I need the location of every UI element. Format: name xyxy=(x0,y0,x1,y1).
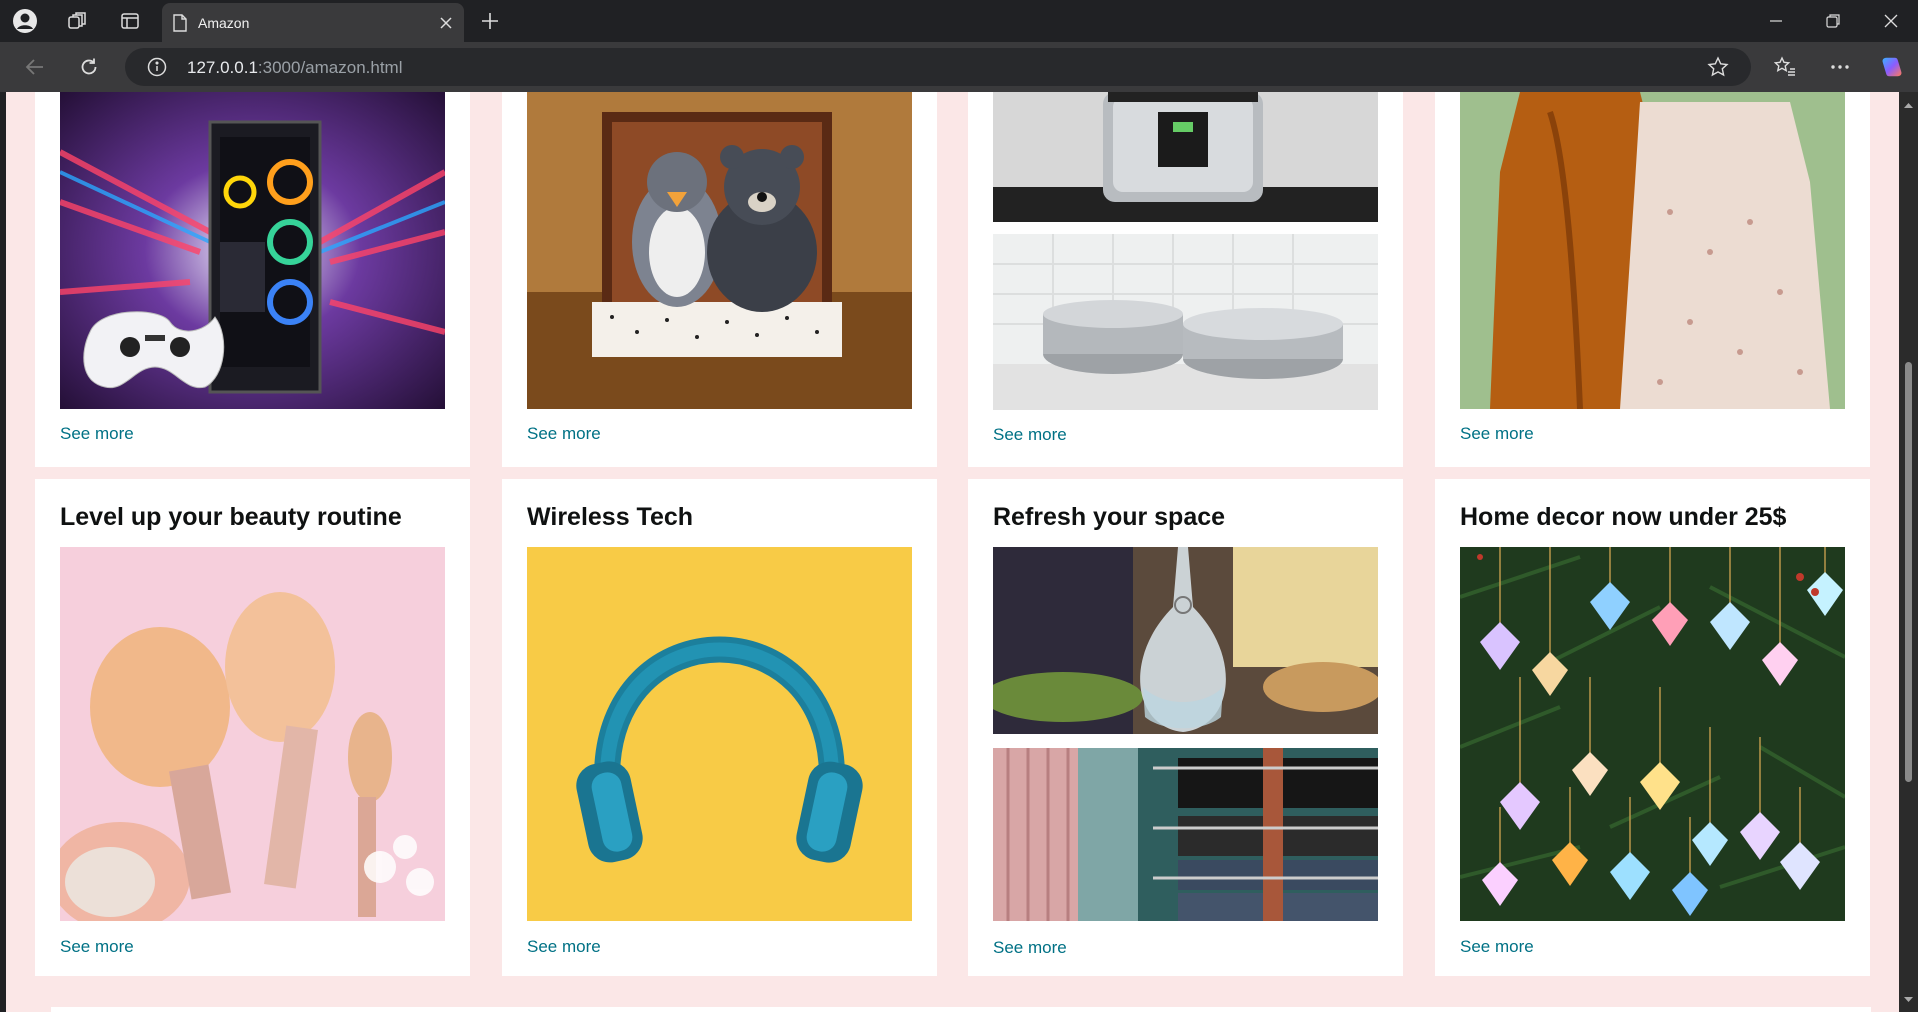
scroll-down-icon[interactable] xyxy=(1903,994,1914,1005)
new-tab-icon[interactable] xyxy=(478,9,502,33)
address-bar[interactable]: 127.0.0.1:3000/amazon.html xyxy=(125,48,1751,86)
towels-image[interactable] xyxy=(993,748,1378,921)
see-more-link[interactable]: See more xyxy=(1460,937,1534,957)
profile-icon[interactable] xyxy=(12,8,38,34)
url-path: :3000/amazon.html xyxy=(257,58,403,77)
see-more-link[interactable]: See more xyxy=(60,424,134,444)
card-refresh-space: Refresh your space See more xyxy=(968,479,1403,976)
page-viewport: See more See more See more See more Leve… xyxy=(6,92,1899,1012)
card-fashion: See more xyxy=(1435,92,1870,467)
card-title: Level up your beauty routine xyxy=(60,503,402,531)
headphones-image[interactable] xyxy=(527,547,912,921)
card-beauty: Level up your beauty routine See more xyxy=(35,479,470,976)
card-gaming: See more xyxy=(35,92,470,467)
pressure-cooker-image[interactable] xyxy=(993,92,1378,222)
reload-icon[interactable] xyxy=(76,54,102,80)
water-carafe-image[interactable] xyxy=(993,547,1378,734)
close-tab-icon[interactable] xyxy=(436,13,456,33)
makeup-brushes-image[interactable] xyxy=(60,547,445,921)
copilot-icon[interactable] xyxy=(1880,55,1904,79)
see-more-link[interactable]: See more xyxy=(527,424,601,444)
vertical-scrollbar[interactable] xyxy=(1899,92,1918,1012)
card-kitchen: See more xyxy=(968,92,1403,467)
see-more-link[interactable]: See more xyxy=(993,938,1067,958)
scrollbar-thumb[interactable] xyxy=(1905,362,1912,782)
plush-toys-image[interactable] xyxy=(527,92,912,409)
back-icon[interactable] xyxy=(22,54,48,80)
see-more-link[interactable]: See more xyxy=(1460,424,1534,444)
card-toys: See more xyxy=(502,92,937,467)
workspaces-icon[interactable] xyxy=(64,8,90,34)
tab-amazon[interactable]: Amazon xyxy=(162,3,464,42)
card-title: Wireless Tech xyxy=(527,503,694,531)
see-more-link[interactable]: See more xyxy=(527,937,601,957)
ornaments-image[interactable] xyxy=(1460,547,1845,921)
dresses-image[interactable] xyxy=(1460,92,1845,409)
url-host: 127.0.0.1 xyxy=(187,58,258,77)
page-icon xyxy=(173,13,187,32)
see-more-link[interactable]: See more xyxy=(993,425,1067,445)
card-title: Home decor now under 25$ xyxy=(1460,503,1787,531)
card-home-decor: Home decor now under 25$ See more xyxy=(1435,479,1870,976)
toolbar: 127.0.0.1:3000/amazon.html xyxy=(0,42,1918,92)
favorite-star-icon[interactable] xyxy=(1707,56,1729,78)
browser-chrome: Amazon 127.0.0.1:3000/amazon.html xyxy=(0,0,1918,92)
url-text: 127.0.0.1:3000/amazon.html xyxy=(187,58,403,78)
restore-icon[interactable] xyxy=(1810,8,1856,34)
card-wireless: Wireless Tech See more xyxy=(502,479,937,976)
favorites-icon[interactable] xyxy=(1773,55,1797,79)
more-menu-icon[interactable] xyxy=(1828,55,1852,79)
vertical-tabs-icon[interactable] xyxy=(117,8,143,34)
tab-bar: Amazon xyxy=(0,0,1918,42)
cookware-image[interactable] xyxy=(993,234,1378,410)
site-info-icon[interactable] xyxy=(147,57,167,77)
close-window-icon[interactable] xyxy=(1868,8,1914,34)
minimize-icon[interactable] xyxy=(1753,8,1799,34)
see-more-link[interactable]: See more xyxy=(60,937,134,957)
tab-title: Amazon xyxy=(198,14,250,31)
card-title: Refresh your space xyxy=(993,503,1226,531)
scroll-up-icon[interactable] xyxy=(1903,100,1914,111)
next-section-edge xyxy=(51,1007,1871,1012)
gaming-pc-image[interactable] xyxy=(60,92,445,409)
